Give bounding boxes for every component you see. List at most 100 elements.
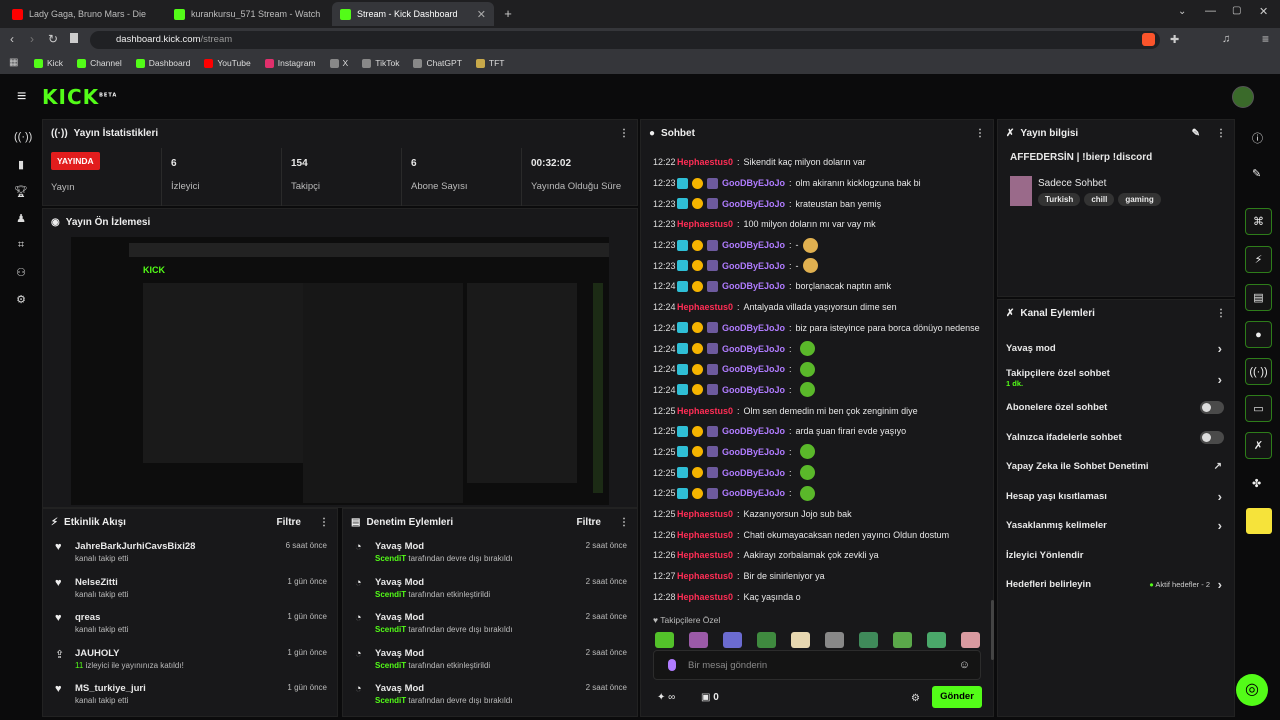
emote[interactable]: [723, 632, 742, 648]
chat-username[interactable]: GooDByEJoJo: [722, 261, 785, 271]
url-field[interactable]: dashboard.kick.com/stream: [90, 31, 1160, 49]
moderation-icon[interactable]: ⌗: [14, 239, 28, 253]
emote[interactable]: [689, 632, 708, 648]
moderator-view-icon[interactable]: ⌘: [1245, 208, 1272, 235]
emote[interactable]: [961, 632, 980, 648]
filter-button[interactable]: Filtre: [277, 517, 301, 528]
chat-username[interactable]: GooDByEJoJo: [722, 447, 785, 457]
chat-username[interactable]: GooDByEJoJo: [722, 488, 785, 498]
close-tab-icon[interactable]: ✕: [477, 8, 486, 21]
preview-video[interactable]: KICK: [71, 237, 609, 505]
chat-username[interactable]: GooDByEJoJo: [722, 426, 785, 436]
wrench-icon[interactable]: ✗: [1245, 432, 1272, 459]
chat-username[interactable]: Hephaestus0: [677, 509, 733, 519]
tag[interactable]: chill: [1084, 193, 1115, 206]
chat-username[interactable]: GooDByEJoJo: [722, 178, 785, 188]
maximize-button[interactable]: ▢: [1232, 5, 1241, 16]
bookmark-tiktok[interactable]: TikTok: [362, 58, 399, 68]
chat-username[interactable]: Hephaestus0: [677, 530, 733, 540]
chat-username[interactable]: GooDByEJoJo: [722, 323, 785, 333]
brave-shield-icon[interactable]: [1142, 33, 1155, 46]
apps-grid-icon[interactable]: ▦: [9, 57, 18, 68]
avatar[interactable]: [1232, 86, 1254, 108]
chat-scrollbar[interactable]: [991, 600, 994, 660]
emote[interactable]: [859, 632, 878, 648]
chat-settings-icon[interactable]: ⚙: [911, 693, 920, 704]
bookmark-dashboard[interactable]: Dashboard: [135, 58, 190, 68]
minimize-button[interactable]: —: [1205, 5, 1216, 17]
support-chat-icon[interactable]: ◎: [1236, 674, 1268, 706]
settings-gear-icon[interactable]: ⚙: [14, 293, 28, 307]
filter-button[interactable]: Filtre: [577, 517, 601, 528]
bookmark-icon[interactable]: [70, 33, 78, 43]
emote[interactable]: [927, 632, 946, 648]
bookmark-tft[interactable]: TFT: [475, 58, 504, 68]
stream-icon[interactable]: ((·)): [14, 131, 32, 145]
kebab-menu-icon[interactable]: ⋮: [619, 128, 629, 139]
bookmark-channel[interactable]: Channel: [77, 58, 122, 68]
browser-tab-kick-dashboard[interactable]: Stream - Kick Dashboard ✕: [332, 2, 494, 26]
emote[interactable]: [791, 632, 810, 648]
bookmark-kick[interactable]: Kick: [34, 58, 63, 68]
emote[interactable]: [757, 632, 776, 648]
kebab-menu-icon[interactable]: ⋮: [975, 128, 985, 139]
menu-icon[interactable]: ≡: [1262, 32, 1269, 46]
kebab-menu-icon[interactable]: ⋮: [319, 517, 329, 528]
slow-mode-row[interactable]: Yavaş mod ›: [998, 334, 1234, 364]
tab-search-icon[interactable]: ⌄: [1178, 6, 1186, 17]
followers-only-row[interactable]: Takipçilere özel sohbet 1 dk. ›: [998, 364, 1234, 394]
back-icon[interactable]: ‹: [10, 32, 14, 46]
chat-username[interactable]: Hephaestus0: [677, 592, 733, 602]
chat-username[interactable]: GooDByEJoJo: [722, 468, 785, 478]
clipboard-icon[interactable]: ▤: [1245, 284, 1272, 311]
chat-username[interactable]: Hephaestus0: [677, 157, 733, 167]
bookmark-x[interactable]: X: [329, 58, 348, 68]
yellow-app-icon[interactable]: [1246, 508, 1272, 534]
tag[interactable]: gaming: [1118, 193, 1161, 206]
set-goals-row[interactable]: Hedefleri belirleyin ● Aktif hedefler - 2…: [998, 570, 1234, 600]
apps-icon[interactable]: ✤: [1252, 477, 1261, 490]
chat-username[interactable]: GooDByEJoJo: [722, 281, 785, 291]
emote[interactable]: [825, 632, 844, 648]
host-viewers-row[interactable]: İzleyici Yönlendir: [998, 541, 1234, 571]
bookmark-youtube[interactable]: YouTube: [204, 58, 251, 68]
bookmark-instagram[interactable]: Instagram: [264, 58, 316, 68]
bookmark-chatgpt[interactable]: ChatGPT: [413, 58, 462, 68]
hamburger-menu-icon[interactable]: ≡: [17, 88, 26, 106]
chat-username[interactable]: GooDByEJoJo: [722, 364, 785, 374]
broadcast-icon[interactable]: ((·)): [1245, 358, 1272, 385]
emoji-picker-icon[interactable]: ☺: [959, 659, 970, 671]
ai-moderation-row[interactable]: Yapay Zeka ile Sohbet Denetimi ↗: [998, 452, 1234, 482]
tag[interactable]: Turkish: [1038, 193, 1081, 206]
chat-username[interactable]: Hephaestus0: [677, 302, 733, 312]
community-icon[interactable]: ♟: [14, 212, 28, 226]
browser-tab-youtube[interactable]: Lady Gaga, Bruno Mars - Die Wit: [4, 2, 160, 26]
extensions-icon[interactable]: ✚: [1170, 33, 1179, 46]
chat-username[interactable]: GooDByEJoJo: [722, 199, 785, 209]
subscribers-only-toggle[interactable]: [1200, 401, 1224, 415]
kebab-menu-icon[interactable]: ⋮: [619, 517, 629, 528]
chat-username[interactable]: GooDByEJoJo: [722, 385, 785, 395]
banned-words-row[interactable]: Yasaklanmış kelimeler ›: [998, 511, 1234, 541]
send-button[interactable]: Gönder: [932, 686, 982, 708]
music-icon[interactable]: ♫: [1222, 33, 1230, 45]
new-tab-button[interactable]: +: [500, 6, 516, 22]
emote[interactable]: [655, 632, 674, 648]
category-name[interactable]: Sadece Sohbet: [1038, 178, 1106, 189]
window-close-button[interactable]: ✕: [1259, 5, 1268, 18]
kick-logo[interactable]: KICKBETA: [42, 85, 117, 109]
emote[interactable]: [893, 632, 912, 648]
edit-pencil-icon[interactable]: ✎: [1192, 128, 1200, 139]
chat-username[interactable]: Hephaestus0: [677, 571, 733, 581]
chat-username[interactable]: GooDByEJoJo: [722, 344, 785, 354]
lightning-icon[interactable]: ⚡︎: [1245, 246, 1272, 273]
info-icon[interactable]: ⓘ: [1252, 130, 1263, 146]
chat-input[interactable]: Bir mesaj gönderin ☺: [653, 650, 981, 680]
emotes-only-toggle[interactable]: [1200, 430, 1224, 444]
kebab-menu-icon[interactable]: ⋮: [1216, 308, 1226, 319]
layout-icon[interactable]: ▭: [1245, 395, 1272, 422]
browser-tab-kick-stream[interactable]: kurankursu_571 Stream - Watch Live: [166, 2, 328, 26]
points-icon[interactable]: ✦ ∞: [657, 692, 675, 703]
users-icon[interactable]: ⚇: [14, 266, 28, 280]
chat-username[interactable]: Hephaestus0: [677, 406, 733, 416]
